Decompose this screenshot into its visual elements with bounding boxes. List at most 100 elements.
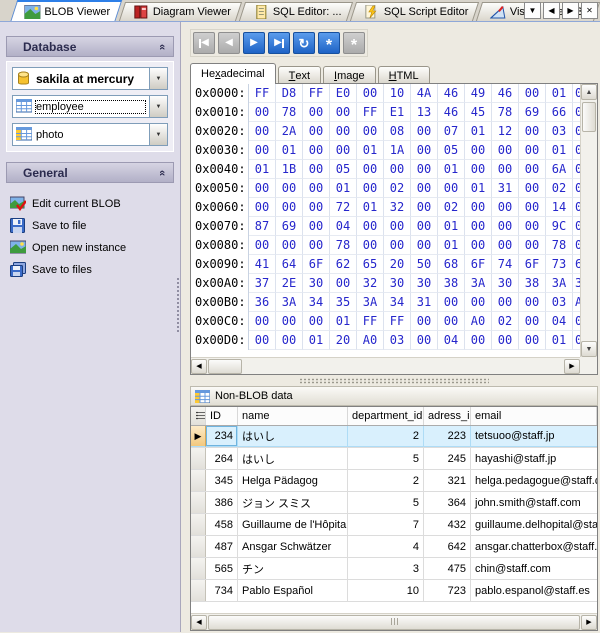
scroll-left-icon[interactable]: ◀	[191, 359, 207, 374]
general-section-header[interactable]: General «	[6, 162, 174, 183]
cell-name[interactable]: Guillaume de l'Hôpital	[238, 514, 348, 535]
tab-blob-viewer[interactable]: BLOB Viewer	[10, 0, 122, 21]
row-indicator[interactable]	[191, 558, 206, 579]
table-row[interactable]: 487Ansgar Schwätzer4642ansgar.chatterbox…	[191, 536, 597, 558]
cell-name[interactable]: Ansgar Schwätzer	[238, 536, 348, 557]
table-row[interactable]: 345Helga Pädagog2321helga.pedagogue@staf…	[191, 470, 597, 492]
star-button[interactable]: *	[318, 32, 340, 54]
collapse-icon[interactable]: «	[156, 43, 168, 49]
column-header-id[interactable]: ID	[206, 407, 238, 425]
save-to-file-action[interactable]: Save to file	[10, 215, 172, 237]
cell-email[interactable]: helga.pedagogue@staff.de	[471, 470, 597, 491]
cell-id[interactable]: 234	[206, 426, 238, 447]
tab-hexadecimal[interactable]: Hexadecimal	[190, 63, 276, 84]
cell-adress-id[interactable]: 245	[424, 448, 471, 469]
cell-department-id[interactable]: 2	[348, 470, 424, 491]
cell-name[interactable]: はいし	[238, 426, 348, 447]
last-record-button[interactable]: ▶	[268, 32, 290, 54]
tab-image[interactable]: Image	[323, 66, 376, 84]
table-row[interactable]: ▶234はいし2223tetsuoo@staff.jp	[191, 426, 597, 448]
cell-email[interactable]: chin@staff.com	[471, 558, 597, 579]
cell-department-id[interactable]: 4	[348, 536, 424, 557]
row-indicator[interactable]: ▶	[191, 426, 206, 447]
cell-email[interactable]: guillaume.delhopital@staff.es	[471, 514, 597, 535]
row-indicator[interactable]	[191, 492, 206, 513]
scroll-down-icon[interactable]: ▼	[581, 341, 597, 357]
cell-id[interactable]: 264	[206, 448, 238, 469]
cell-email[interactable]: hayashi@staff.jp	[471, 448, 597, 469]
cell-department-id[interactable]: 5	[348, 448, 424, 469]
scroll-left-icon[interactable]: ◀	[191, 615, 207, 630]
cell-id[interactable]: 458	[206, 514, 238, 535]
chevron-down-icon[interactable]	[149, 124, 167, 145]
tab-text[interactable]: Text	[278, 66, 321, 84]
save-to-files-action[interactable]: Save to files	[10, 259, 172, 281]
cell-adress-id[interactable]: 475	[424, 558, 471, 579]
cell-department-id[interactable]: 10	[348, 580, 424, 601]
refresh-button[interactable]: ↻	[293, 32, 315, 54]
row-indicator[interactable]	[191, 536, 206, 557]
cell-id[interactable]: 345	[206, 470, 238, 491]
database-section-header[interactable]: Database «	[6, 36, 174, 57]
cell-adress-id[interactable]: 223	[424, 426, 471, 447]
first-record-button[interactable]: ◀	[193, 32, 215, 54]
tab-diagram-viewer[interactable]: Diagram Viewer	[119, 2, 242, 21]
row-indicator[interactable]	[191, 514, 206, 535]
tab-scroll-right-button[interactable]: ▶	[562, 2, 579, 19]
chevron-down-icon[interactable]	[149, 96, 167, 117]
next-record-button[interactable]: ▶	[243, 32, 265, 54]
table-row[interactable]: 386ジョン スミス5364john.smith@staff.com	[191, 492, 597, 514]
cell-id[interactable]: 565	[206, 558, 238, 579]
cell-adress-id[interactable]: 432	[424, 514, 471, 535]
cell-id[interactable]: 386	[206, 492, 238, 513]
chevron-down-icon[interactable]	[149, 68, 167, 89]
row-indicator[interactable]	[191, 448, 206, 469]
edit-current-blob-action[interactable]: Edit current BLOB	[10, 193, 172, 215]
cell-email[interactable]: john.smith@staff.com	[471, 492, 597, 513]
prior-record-button[interactable]: ◀	[218, 32, 240, 54]
cell-name[interactable]: ジョン スミス	[238, 492, 348, 513]
collapse-icon[interactable]: «	[156, 169, 168, 175]
cell-adress-id[interactable]: 364	[424, 492, 471, 513]
open-new-instance-action[interactable]: Open new instance	[10, 237, 172, 259]
tab-html[interactable]: HTML	[378, 66, 430, 84]
grid-horizontal-scrollbar[interactable]: ◀ ▶	[191, 613, 597, 630]
scroll-right-icon[interactable]: ▶	[581, 615, 597, 630]
cell-adress-id[interactable]: 321	[424, 470, 471, 491]
tab-close-button[interactable]: ✕	[581, 2, 598, 19]
cell-name[interactable]: Helga Pädagog	[238, 470, 348, 491]
cell-name[interactable]: チン	[238, 558, 348, 579]
field-select[interactable]: photo	[12, 123, 168, 146]
database-select[interactable]: sakila at mercury	[12, 67, 168, 90]
cell-name[interactable]: Pablo Español	[238, 580, 348, 601]
cell-adress-id[interactable]: 642	[424, 536, 471, 557]
table-row[interactable]: 734Pablo Español10723pablo.espanol@staff…	[191, 580, 597, 602]
tab-sql-script-editor[interactable]: SQL Script Editor	[350, 2, 479, 21]
cell-id[interactable]: 734	[206, 580, 238, 601]
table-row[interactable]: 565チン3475chin@staff.com	[191, 558, 597, 580]
hex-horizontal-scrollbar[interactable]: ◀ ▶	[191, 357, 597, 374]
scrollbar-thumb[interactable]	[208, 359, 242, 374]
cell-email[interactable]: pablo.espanol@staff.es	[471, 580, 597, 601]
tab-list-dropdown-button[interactable]: ▼	[524, 2, 541, 19]
scroll-up-icon[interactable]: ▲	[581, 84, 597, 100]
cell-name[interactable]: はいし	[238, 448, 348, 469]
cell-department-id[interactable]: 2	[348, 426, 424, 447]
cell-department-id[interactable]: 3	[348, 558, 424, 579]
cell-email[interactable]: tetsuoo@staff.jp	[471, 426, 597, 447]
table-row[interactable]: 264はいし5245hayashi@staff.jp	[191, 448, 597, 470]
star-button-disabled[interactable]: *	[343, 32, 365, 54]
sidebar-splitter-handle[interactable]	[176, 277, 181, 333]
cell-department-id[interactable]: 7	[348, 514, 424, 535]
table-row[interactable]: 458Guillaume de l'Hôpital7432guillaume.d…	[191, 514, 597, 536]
tab-sql-editor[interactable]: SQL Editor: ...	[239, 2, 353, 21]
column-header-adress-id[interactable]: adress_id	[424, 407, 471, 425]
cell-id[interactable]: 487	[206, 536, 238, 557]
column-header-name[interactable]: name	[238, 407, 348, 425]
cell-email[interactable]: ansgar.chatterbox@staff.de	[471, 536, 597, 557]
row-indicator[interactable]	[191, 470, 206, 491]
row-indicator[interactable]	[191, 580, 206, 601]
tab-scroll-left-button[interactable]: ◀	[543, 2, 560, 19]
table-select[interactable]: employee	[12, 95, 168, 118]
hex-vertical-scrollbar[interactable]: ▲ ▼	[580, 84, 597, 357]
